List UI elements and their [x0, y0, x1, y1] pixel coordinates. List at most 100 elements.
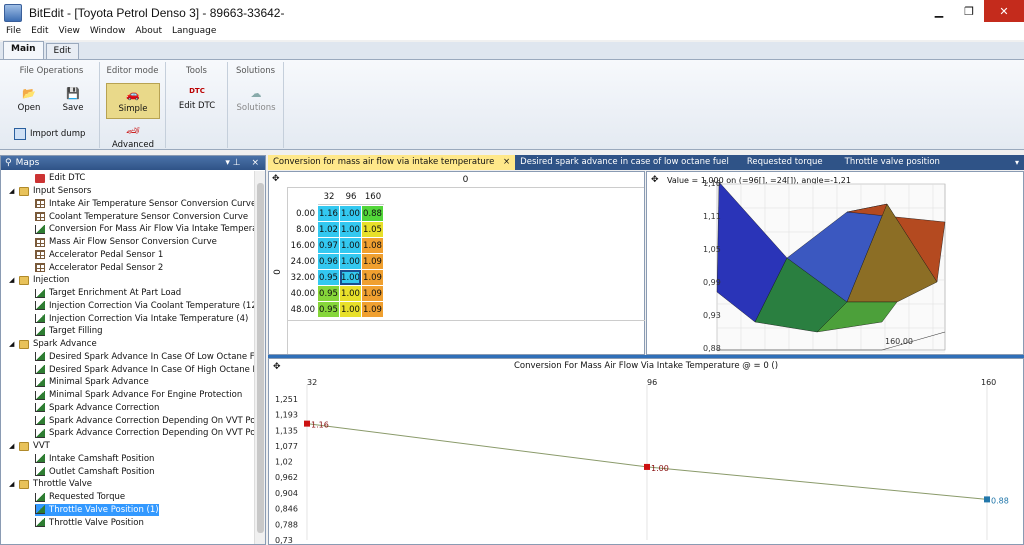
tree-item[interactable]: Edit DTC — [35, 172, 85, 185]
scrollbar-thumb[interactable] — [257, 183, 264, 533]
data-point[interactable] — [984, 496, 990, 503]
table-cell[interactable]: 1.00 — [340, 302, 361, 317]
tree-item-label: Requested Torque — [49, 492, 126, 503]
expand-arrow-icon[interactable]: ◢ — [9, 276, 17, 284]
doc-tab-requested-torque[interactable]: Requested torque — [742, 155, 828, 170]
close-button[interactable]: ✕ — [984, 0, 1024, 22]
table-cell[interactable]: 1.09 — [362, 286, 383, 301]
tree-folder[interactable]: ◢ Input Sensors — [9, 185, 91, 198]
curve-graph-pane: ✥ Conversion For Mass Air Flow Via Intak… — [268, 358, 1024, 545]
import-dump-button[interactable]: Import dump — [14, 128, 96, 140]
tree-item[interactable]: Target Enrichment At Part Load — [35, 287, 181, 300]
chart-icon — [35, 428, 45, 438]
solutions-button[interactable]: ☁ Solutions — [232, 86, 280, 114]
tree-item[interactable]: Coolant Temperature Sensor Conversion Cu… — [35, 210, 248, 223]
table-cell[interactable]: 1.05 — [362, 222, 383, 237]
tree-item[interactable]: Spark Advance Correction Depending On VV… — [35, 427, 254, 440]
data-point[interactable] — [644, 463, 650, 470]
menu-view[interactable]: View — [59, 26, 80, 40]
menu-bar: File Edit View Window About Language — [0, 26, 1024, 40]
cloud-icon: ☁ — [250, 86, 262, 100]
table-cell[interactable]: 1.00 — [340, 238, 361, 253]
tree-item[interactable]: Requested Torque — [35, 491, 125, 504]
ribbon-tab-main[interactable]: Main — [3, 41, 44, 59]
table-cell[interactable]: 1.00 — [340, 270, 361, 285]
menu-edit[interactable]: Edit — [31, 26, 48, 40]
menu-window[interactable]: Window — [90, 26, 126, 40]
chart-icon — [35, 467, 45, 477]
chart-icon — [35, 314, 45, 324]
table-cell[interactable]: 1.00 — [340, 222, 361, 237]
tree-item[interactable]: Throttle Valve Position (1) — [35, 503, 159, 517]
tree-item[interactable]: Spark Advance Correction Depending On VV… — [35, 414, 254, 427]
tree-item[interactable]: Injection Correction Via Coolant Tempera… — [35, 300, 254, 313]
table-cell[interactable]: 0.95 — [318, 302, 339, 317]
table-cell[interactable]: 0.88 — [362, 206, 383, 221]
table-cell[interactable]: 1.02 — [318, 222, 339, 237]
tree-item-label: VVT — [33, 441, 50, 452]
tree-item[interactable]: Conversion For Mass Air Flow Via Intake … — [35, 223, 254, 236]
data-point[interactable] — [304, 420, 310, 427]
chart-icon — [35, 352, 45, 362]
table-cell[interactable]: 1.08 — [362, 238, 383, 253]
tree-item[interactable]: Throttle Valve Position — [35, 516, 144, 529]
panel-close-icon[interactable]: × — [251, 158, 259, 168]
table-cell[interactable]: 1.00 — [340, 286, 361, 301]
curve-graph[interactable]: 32 96 160 1,251 1,193 1,135 1,077 1,02 0,962 0,90… — [269, 373, 1023, 544]
tree-item-label: Desired Spark Advance In Case Of Low Oct… — [49, 351, 254, 362]
table-cell[interactable]: 1.00 — [340, 206, 361, 221]
expand-arrow-icon[interactable]: ◢ — [9, 442, 17, 450]
table-cell[interactable]: 0.95 — [318, 286, 339, 301]
expand-arrow-icon[interactable]: ◢ — [9, 480, 17, 488]
table-cell[interactable]: 0.95 — [318, 270, 339, 285]
table-cell[interactable]: 1.09 — [362, 270, 383, 285]
edit-dtc-button[interactable]: DTC Edit DTC — [172, 84, 222, 111]
menu-language[interactable]: Language — [172, 26, 216, 40]
menu-file[interactable]: File — [6, 26, 21, 40]
tree-item[interactable]: Intake Air Temperature Sensor Conversion… — [35, 198, 254, 211]
menu-about[interactable]: About — [135, 26, 162, 40]
table-cell[interactable]: 1.09 — [362, 302, 383, 317]
table-cell[interactable]: 1.00 — [340, 254, 361, 269]
tree-item[interactable]: Minimal Spark Advance For Engine Protect… — [35, 389, 242, 402]
surface-plot[interactable]: 1,16 1,11 1,05 0,99 0,93 0,88 160,00 — [647, 172, 1023, 354]
app-icon — [4, 4, 22, 22]
advanced-mode-button[interactable]: 🏎 Advanced — [106, 123, 160, 151]
doc-tab-mass-air-flow[interactable]: Conversion for mass air flow via intake … — [268, 155, 516, 170]
tree-folder[interactable]: ◢ VVT — [9, 440, 50, 453]
tree-item[interactable]: Desired Spark Advance In Case Of Low Oct… — [35, 351, 254, 364]
chart-icon — [35, 390, 45, 400]
tree-folder[interactable]: ◢ Injection — [9, 274, 69, 287]
tree-item[interactable]: Desired Spark Advance In Case Of High Oc… — [35, 363, 254, 376]
minimize-button[interactable]: ▁ — [924, 0, 954, 22]
expand-arrow-icon[interactable]: ◢ — [9, 187, 17, 195]
doc-tab-spark-advance[interactable]: Desired spark advance in case of low oct… — [515, 155, 734, 170]
doc-tab-close-icon[interactable]: × — [503, 157, 510, 167]
table-cell[interactable]: 0.96 — [318, 254, 339, 269]
tree-item[interactable]: Mass Air Flow Sensor Conversion Curve — [35, 236, 217, 249]
pin-icon[interactable]: ▾ ⊥ — [225, 158, 240, 168]
ribbon-tab-edit[interactable]: Edit — [45, 43, 79, 59]
tree-folder[interactable]: ◢ Spark Advance — [9, 338, 97, 351]
tab-menu-icon[interactable]: ▾ — [1015, 158, 1019, 167]
save-button[interactable]: 💾 Save — [58, 86, 88, 114]
doc-tab-throttle-valve[interactable]: Throttle valve position — [840, 155, 945, 170]
move-handle-icon[interactable]: ✥ — [272, 174, 280, 184]
table-cell[interactable]: 1.16 — [318, 206, 339, 221]
tree-item[interactable]: Accelerator Pedal Sensor 2 — [35, 261, 163, 274]
tree-item[interactable]: Outlet Camshaft Position — [35, 465, 154, 478]
table-cell[interactable]: 0.97 — [318, 238, 339, 253]
restore-button[interactable]: ❐ — [954, 0, 984, 22]
tree-item[interactable]: Minimal Spark Advance — [35, 376, 149, 389]
tree-item[interactable]: Spark Advance Correction — [35, 402, 159, 415]
tree-folder[interactable]: ◢ Throttle Valve — [9, 478, 92, 491]
tree-item[interactable]: Intake Camshaft Position — [35, 453, 154, 466]
tree-item[interactable]: Injection Correction Via Intake Temperat… — [35, 312, 248, 325]
tree-item[interactable]: Target Filling — [35, 325, 103, 338]
tree-item[interactable]: Accelerator Pedal Sensor 1 — [35, 249, 163, 262]
tree-scrollbar[interactable] — [254, 171, 265, 544]
expand-arrow-icon[interactable]: ◢ — [9, 340, 17, 348]
simple-mode-button[interactable]: 🚗 Simple — [106, 83, 160, 119]
open-button[interactable]: 📂 Open — [14, 86, 44, 114]
table-cell[interactable]: 1.09 — [362, 254, 383, 269]
